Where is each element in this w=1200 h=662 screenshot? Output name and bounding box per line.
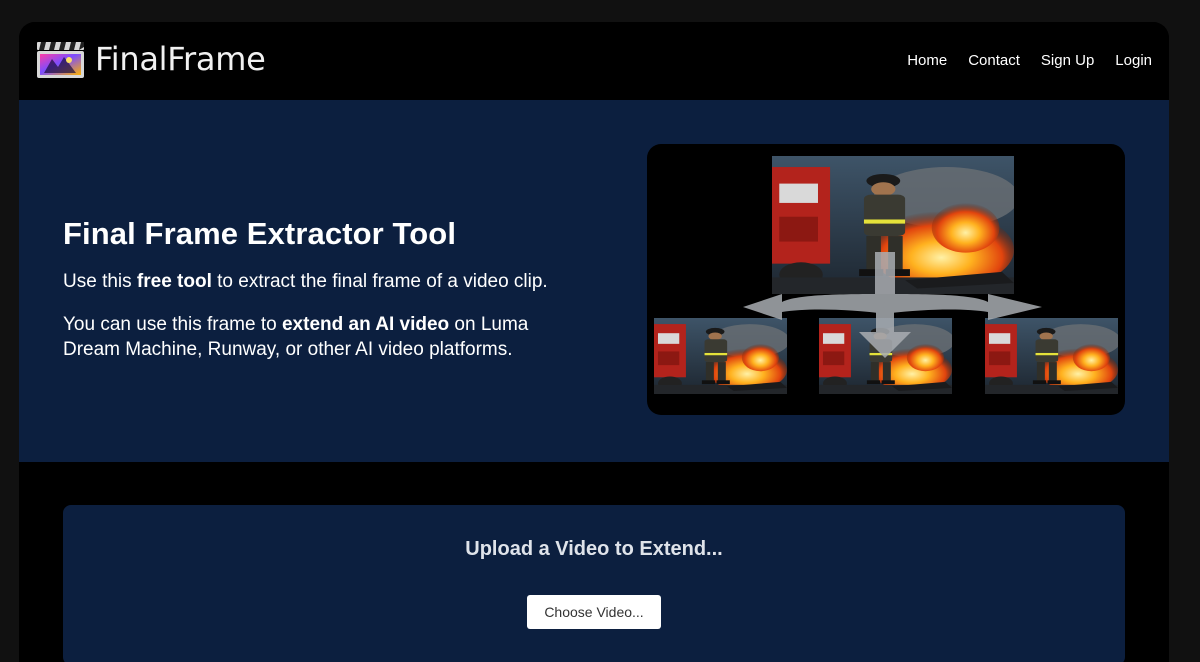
nav-home-link[interactable]: Home (907, 52, 947, 69)
main-nav: Home Contact Sign Up Login (907, 52, 1152, 69)
choose-video-button[interactable]: Choose Video... (527, 595, 661, 629)
nav-contact-link[interactable]: Contact (968, 52, 1020, 69)
clapperboard-icon (36, 39, 86, 79)
hero-extend-text: You can use this frame to extend an AI v… (63, 312, 583, 362)
upload-panel: Upload a Video to Extend... Choose Video… (63, 505, 1125, 662)
brand-name: FinalFrame (95, 40, 266, 78)
hero-extend-text-before: You can use this frame to (63, 314, 282, 335)
hero-illustration (647, 144, 1125, 415)
hero-intro-text-after: to extract the final frame of a video cl… (211, 271, 548, 292)
nav-signup-link[interactable]: Sign Up (1041, 52, 1094, 69)
nav-login-link[interactable]: Login (1115, 52, 1152, 69)
brand-logo[interactable]: FinalFrame (36, 38, 266, 80)
hero-intro-text: Use this free tool to extract the final … (63, 269, 583, 294)
hero-extend-text-bold: extend an AI video (281, 314, 450, 335)
page-title: Final Frame Extractor Tool (63, 216, 457, 251)
hero-intro-text-before: Use this (63, 271, 137, 292)
app-frame: FinalFrame Home Contact Sign Up Login Fi… (19, 22, 1169, 662)
upload-title: Upload a Video to Extend... (465, 538, 723, 560)
hero-section: Final Frame Extractor Tool Use this free… (19, 100, 1169, 462)
hero-intro-text-bold: free tool (136, 271, 212, 292)
site-header: FinalFrame Home Contact Sign Up Login (19, 22, 1169, 100)
